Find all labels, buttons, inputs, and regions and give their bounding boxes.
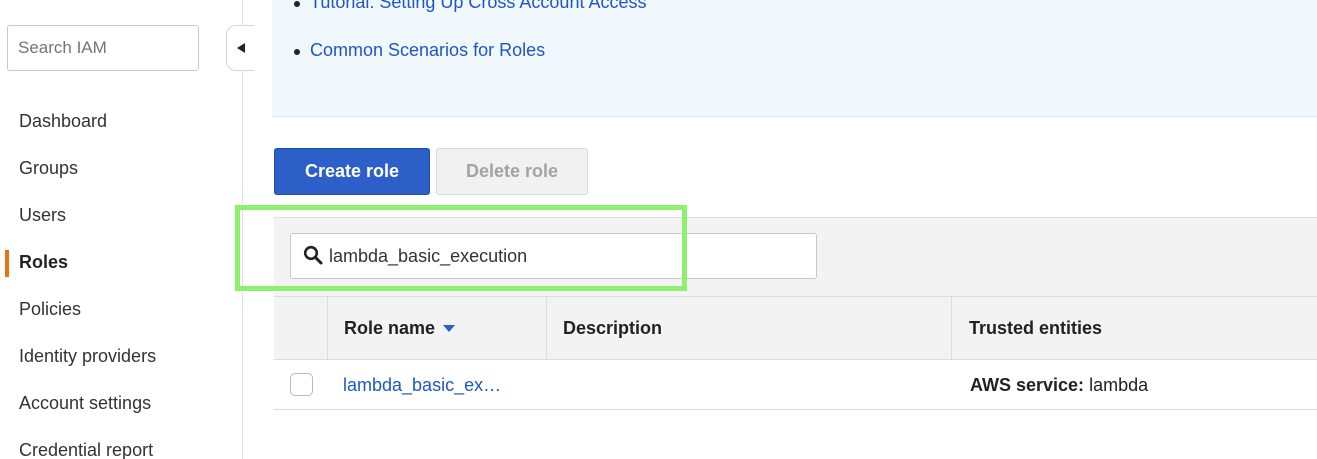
column-trusted-entities[interactable]: Trusted entities — [969, 297, 1102, 359]
sort-desc-icon — [443, 325, 456, 333]
trusted-entity-cell: AWS service: lambda — [970, 360, 1148, 410]
trusted-entity-value: lambda — [1089, 375, 1149, 395]
sidebar-item-policies[interactable]: Policies — [0, 286, 242, 333]
search-iam-input[interactable] — [7, 25, 199, 71]
filter-field[interactable] — [290, 233, 817, 279]
delete-role-button[interactable]: Delete role — [436, 148, 588, 195]
column-separator — [327, 297, 328, 359]
sidebar-nav: Dashboard Groups Users Roles Policies Id… — [0, 98, 242, 459]
sidebar-item-roles[interactable]: Roles — [0, 239, 242, 286]
link-common-scenarios[interactable]: Common Scenarios for Roles — [293, 40, 545, 61]
table-header: Role name Description Trusted entities — [274, 296, 1317, 360]
column-separator — [546, 297, 547, 359]
column-description[interactable]: Description — [563, 297, 662, 359]
trusted-entity-type: AWS service: — [970, 375, 1085, 395]
sidebar: Dashboard Groups Users Roles Policies Id… — [0, 0, 254, 459]
filter-input[interactable] — [329, 234, 809, 278]
sidebar-item-account-settings[interactable]: Account settings — [0, 380, 242, 427]
info-panel: Tutorial: Setting Up Cross Account Acces… — [272, 0, 1317, 117]
link-tutorial-cross-account[interactable]: Tutorial: Setting Up Cross Account Acces… — [293, 0, 646, 13]
column-role-name[interactable]: Role name — [344, 297, 456, 359]
row-checkbox[interactable] — [290, 373, 313, 396]
column-role-name-label: Role name — [344, 318, 436, 338]
sidebar-item-groups[interactable]: Groups — [0, 145, 242, 192]
sidebar-item-dashboard[interactable]: Dashboard — [0, 98, 242, 145]
column-separator — [951, 297, 952, 359]
collapse-sidebar-button[interactable] — [226, 25, 254, 71]
table-row: lambda_basic_ex… AWS service: lambda — [274, 360, 1317, 410]
caret-left-icon — [236, 43, 245, 53]
role-name-link[interactable]: lambda_basic_ex… — [343, 360, 501, 410]
create-role-button[interactable]: Create role — [274, 148, 430, 195]
iam-console: Dashboard Groups Users Roles Policies Id… — [0, 0, 1317, 459]
sidebar-item-users[interactable]: Users — [0, 192, 242, 239]
sidebar-item-identity-providers[interactable]: Identity providers — [0, 333, 242, 380]
search-icon — [303, 245, 323, 265]
sidebar-item-credential-report[interactable]: Credential report — [0, 427, 242, 459]
